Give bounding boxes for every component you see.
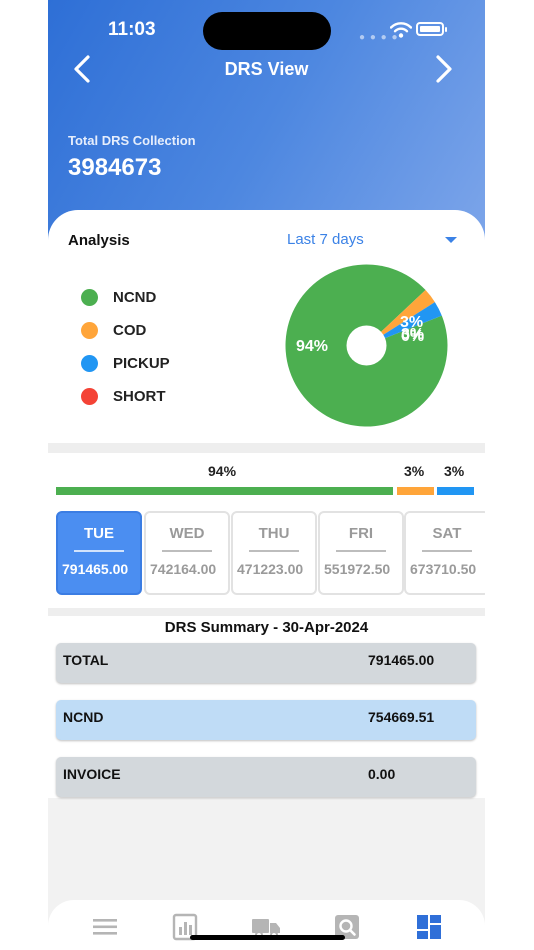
forward-arrow-icon[interactable] — [428, 52, 458, 86]
day-name: THU — [258, 525, 290, 542]
summary-value: 754669.51 — [368, 709, 435, 725]
bar-segment-cod — [397, 487, 434, 495]
legend-label: PICKUP — [113, 355, 170, 372]
page-title: DRS View — [224, 59, 309, 79]
chevron-down-icon[interactable] — [445, 237, 457, 243]
breakdown-section: 94% 3% 3% TUE 791465.00 WED 742164.00 TH… — [48, 453, 485, 608]
day-card-fri[interactable]: FRI 551972.50 — [318, 511, 404, 595]
summary-title: DRS Summary - 30-Apr-2024 — [164, 619, 369, 636]
donut-chart: 94%3%3%0% — [285, 264, 448, 427]
legend-dot — [81, 355, 98, 372]
day-card-wed[interactable]: WED 742164.00 — [144, 511, 230, 595]
bar-segment-pickup — [437, 487, 474, 495]
summary-value: 791465.00 — [368, 652, 435, 668]
home-indicator — [190, 935, 345, 940]
day-name: WED — [169, 525, 205, 542]
legend-dot — [81, 388, 98, 405]
summary-row-ncnd: NCND 754669.51 — [56, 700, 476, 740]
legend-label: NCND — [113, 289, 157, 306]
bar-label-ncnd: 94% — [208, 463, 237, 479]
day-divider — [162, 550, 212, 552]
total-collection-label: Total DRS Collection — [68, 133, 196, 148]
divider — [48, 608, 485, 616]
summary-row-total: TOTAL 791465.00 — [56, 643, 476, 683]
menu-icon[interactable] — [90, 912, 120, 942]
range-dropdown[interactable]: Last 7 days — [287, 231, 364, 248]
summary-label: TOTAL — [63, 652, 109, 668]
legend-label: COD — [113, 322, 147, 339]
day-card-tue[interactable]: TUE 791465.00 — [56, 511, 142, 595]
day-name: TUE — [84, 525, 114, 542]
day-name: FRI — [348, 525, 374, 542]
bar-label-cod: 3% — [404, 463, 425, 479]
day-divider — [336, 550, 386, 552]
summary-label: NCND — [63, 709, 104, 725]
drs-summary: DRS Summary - 30-Apr-2024 TOTAL 791465.0… — [48, 616, 485, 798]
day-name: SAT — [432, 525, 462, 542]
dashboard-icon[interactable] — [414, 912, 444, 942]
bar-label-pickup: 3% — [444, 463, 465, 479]
camera-notch — [203, 12, 331, 50]
legend-dot — [81, 289, 98, 306]
status-time: 11:03 — [108, 19, 156, 40]
summary-label: INVOICE — [63, 766, 121, 782]
legend-label: SHORT — [113, 388, 166, 405]
battery-icon — [416, 22, 447, 36]
summary-row-invoice: INVOICE 0.00 — [56, 757, 476, 797]
divider — [48, 443, 485, 453]
day-divider — [249, 550, 299, 552]
day-selector: TUE 791465.00 WED 742164.00 THU 471223.0… — [56, 511, 485, 597]
bottom-tab-bar — [48, 900, 485, 950]
day-card-sat[interactable]: SAT 673710.50 — [404, 511, 485, 595]
phone-screen: 11:03 ● ● ● ● DRS View Total DRS Collect… — [48, 0, 485, 950]
legend-dot — [81, 322, 98, 339]
analysis-card: Analysis Last 7 days NCND COD PICKUP SHO… — [48, 210, 485, 443]
summary-value: 0.00 — [368, 766, 396, 782]
wifi-icon — [390, 22, 412, 38]
pie-label-ncnd: 94% — [296, 338, 328, 355]
bar-segment-ncnd — [56, 487, 393, 495]
pie-label-short: 0% — [401, 328, 424, 345]
analysis-label: Analysis — [68, 232, 130, 249]
day-divider — [74, 550, 124, 552]
total-collection-value: 3984673 — [68, 154, 162, 181]
day-value: 673710.50 — [410, 561, 477, 577]
day-divider — [422, 550, 472, 552]
donut-hole — [346, 325, 387, 366]
day-card-thu[interactable]: THU 471223.00 — [231, 511, 317, 595]
